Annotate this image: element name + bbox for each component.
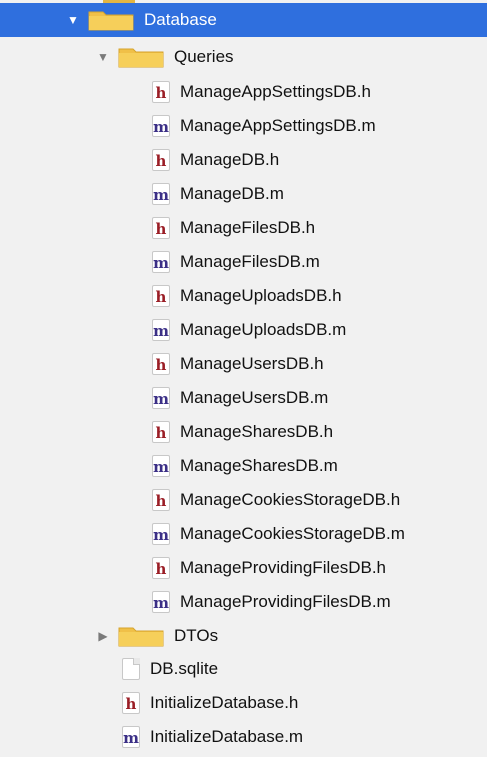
tree-row-file[interactable]: h ManageUsersDB.h [0,347,487,381]
file-label: ManageDB.m [180,184,284,203]
tree-row-database[interactable]: ▼ Database [0,3,487,37]
file-label: InitializeDatabase.m [150,727,304,746]
tree-row-file[interactable]: m ManageAppSettingsDB.m [0,109,487,143]
header-file-icon: h [152,489,170,511]
header-file-icon: h [152,217,170,239]
tree-row-file[interactable]: m ManageUsersDB.m [0,381,487,415]
folder-icon [88,11,134,31]
objc-file-icon: m [152,183,170,205]
tree-row-file[interactable]: h ManageFilesDB.h [0,211,487,245]
file-label: ManageFilesDB.m [180,252,320,271]
folder-icon [118,627,164,647]
header-file-icon: h [152,285,170,307]
file-label: ManageDB.h [180,150,280,169]
file-label: DB.sqlite [150,659,219,678]
objc-file-icon: m [152,251,170,273]
tree-row-file[interactable]: m ManageProvidingFilesDB.m [0,585,487,619]
disclosure-triangle-collapsed-icon[interactable]: ▶ [96,629,110,643]
tree-row-file[interactable]: m InitializeDatabase.m [0,720,487,754]
tree-row-file[interactable]: h ManageCookiesStorageDB.h [0,483,487,517]
objc-file-icon: m [152,455,170,477]
folder-label: Queries [174,47,234,66]
file-label: InitializeDatabase.h [150,693,299,712]
file-label: ManageSharesDB.m [180,456,338,475]
tree-row-queries[interactable]: ▼ Queries [0,40,487,74]
tree-row-dtos[interactable]: ▶ DTOs [0,619,487,653]
tree-row-file[interactable]: h ManageUploadsDB.h [0,279,487,313]
tree-row-file[interactable]: h ManageProvidingFilesDB.h [0,551,487,585]
file-label: ManageSharesDB.h [180,422,334,441]
header-file-icon: h [152,421,170,443]
file-label: ManageAppSettingsDB.m [180,116,376,135]
file-label: ManageProvidingFilesDB.h [180,558,386,577]
tree-row-file[interactable]: m ManageSharesDB.m [0,449,487,483]
objc-file-icon: m [152,115,170,137]
tree-row-file[interactable]: h ManageSharesDB.h [0,415,487,449]
objc-file-icon: m [152,387,170,409]
objc-file-icon: m [152,591,170,613]
header-file-icon: h [152,557,170,579]
file-label: ManageAppSettingsDB.h [180,82,371,101]
header-file-icon: h [152,353,170,375]
file-label: ManageUploadsDB.m [180,320,347,339]
project-navigator: ▼ Database ▼ Queries h ManageAppSettingsD… [0,0,487,757]
tree-row-file[interactable]: h ManageAppSettingsDB.h [0,75,487,109]
disclosure-triangle-expanded-icon[interactable]: ▼ [96,50,110,64]
objc-file-icon: m [152,523,170,545]
objc-file-icon: m [122,726,140,748]
header-file-icon: h [152,149,170,171]
tree-row-file[interactable]: h InitializeDatabase.h [0,686,487,720]
file-label: ManageUsersDB.m [180,388,329,407]
file-label: ManageProvidingFilesDB.m [180,592,391,611]
file-label: ManageCookiesStorageDB.h [180,490,401,509]
tree-row-file[interactable]: m ManageDB.m [0,177,487,211]
tree-row-file[interactable]: m ManageFilesDB.m [0,245,487,279]
file-label: ManageCookiesStorageDB.m [180,524,405,543]
disclosure-triangle-expanded-icon[interactable]: ▼ [66,13,80,27]
folder-icon [118,48,164,68]
header-file-icon: h [122,692,140,714]
objc-file-icon: m [152,319,170,341]
file-label: ManageUploadsDB.h [180,286,342,305]
folder-label: DTOs [174,626,219,645]
header-file-icon: h [152,81,170,103]
file-label: ManageFilesDB.h [180,218,316,237]
document-icon [122,658,140,680]
tree-row-file[interactable]: m ManageUploadsDB.m [0,313,487,347]
file-label: ManageUsersDB.h [180,354,324,373]
tree-row-file[interactable]: m ManageCookiesStorageDB.m [0,517,487,551]
tree-row-file[interactable]: h ManageDB.h [0,143,487,177]
tree-row-file[interactable]: DB.sqlite [0,652,487,686]
folder-label: Database [144,10,217,29]
